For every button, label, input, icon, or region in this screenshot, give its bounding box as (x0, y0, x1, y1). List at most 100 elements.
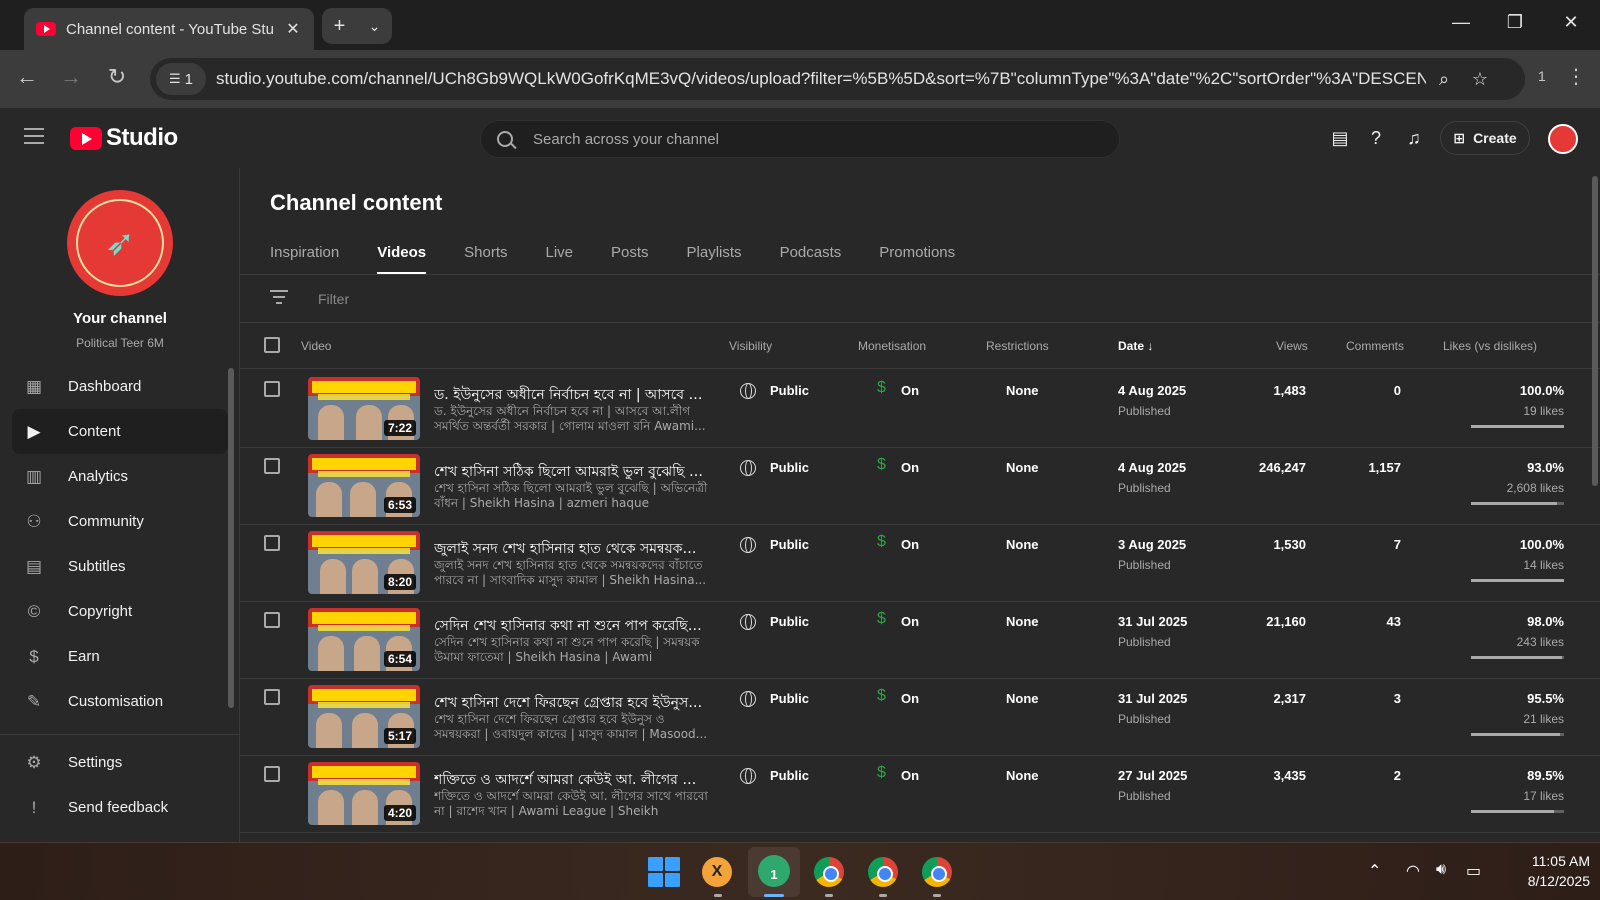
feedback-chat-icon[interactable]: ▤ (1328, 126, 1352, 150)
row-checkbox[interactable] (264, 381, 280, 397)
visibility-value[interactable]: Public (770, 460, 809, 475)
col-date[interactable]: Date ↓ (1118, 339, 1153, 353)
create-button[interactable]: ⊞ Create (1440, 121, 1530, 155)
table-row[interactable]: 7:22 ড. ইউনুসের অধীনে নির্বাচন হবে না | … (240, 369, 1600, 448)
forward-icon[interactable]: → (56, 64, 86, 90)
tab-podcasts[interactable]: Podcasts (780, 236, 842, 274)
tab-shorts[interactable]: Shorts (464, 236, 507, 274)
comments-value[interactable]: 3 (1394, 691, 1401, 706)
row-checkbox[interactable] (264, 612, 280, 628)
monetisation-value[interactable]: On (901, 691, 919, 706)
video-thumbnail[interactable]: 7:22 (308, 377, 420, 440)
visibility-value[interactable]: Public (770, 383, 809, 398)
tab-videos[interactable]: Videos (377, 236, 426, 275)
col-comments[interactable]: Comments (1346, 339, 1404, 353)
video-thumbnail[interactable]: 5:17 (308, 685, 420, 748)
row-checkbox[interactable] (264, 458, 280, 474)
col-monetisation[interactable]: Monetisation (858, 339, 926, 353)
app-x-icon[interactable]: X (702, 857, 732, 887)
col-views[interactable]: Views (1276, 339, 1308, 353)
main-scrollbar[interactable] (1592, 176, 1598, 486)
row-checkbox[interactable] (264, 766, 280, 782)
address-bar[interactable]: ☰ 1 studio.youtube.com/channel/UCh8Gb9WQ… (150, 58, 1525, 100)
table-row[interactable]: 6:53 শেখ হাসিনা সঠিক ছিলো আমরাই ভুল বুঝে… (240, 446, 1600, 525)
video-thumbnail[interactable]: 8:20 (308, 531, 420, 594)
menu-icon[interactable] (24, 128, 44, 144)
system-clock[interactable]: 11:05 AM 8/12/2025 (1500, 851, 1590, 891)
minimize-icon[interactable]: — (1446, 12, 1476, 33)
app-badge-icon[interactable]: 1 (758, 855, 790, 887)
tab-close-icon[interactable]: ✕ (284, 19, 302, 39)
visibility-value[interactable]: Public (770, 614, 809, 629)
comments-value[interactable]: 7 (1394, 537, 1401, 552)
monetisation-value[interactable]: On (901, 614, 919, 629)
wifi-icon[interactable]: ◠ (1406, 861, 1420, 881)
chrome-icon[interactable] (814, 857, 844, 887)
video-thumbnail[interactable]: 6:53 (308, 454, 420, 517)
monetisation-value[interactable]: On (901, 460, 919, 475)
tab-playlists[interactable]: Playlists (687, 236, 742, 274)
sidebar-item-send-feedback[interactable]: ! Send feedback (12, 785, 228, 830)
video-thumbnail[interactable]: 6:54 (308, 608, 420, 671)
sidebar-item-subtitles[interactable]: ▤ Subtitles (12, 544, 228, 589)
visibility-value[interactable]: Public (770, 691, 809, 706)
visibility-value[interactable]: Public (770, 537, 809, 552)
sidebar-item-community[interactable]: ⚇ Community (12, 499, 228, 544)
back-icon[interactable]: ← (12, 64, 42, 90)
table-row[interactable]: 5:17 শেখ হাসিনা দেশে ফিরছেন গ্রেপ্তার হব… (240, 677, 1600, 756)
url-text[interactable]: studio.youtube.com/channel/UCh8Gb9WQLkW0… (216, 69, 1426, 89)
monetisation-value[interactable]: On (901, 383, 919, 398)
tab-promotions[interactable]: Promotions (879, 236, 955, 274)
comments-value[interactable]: 2 (1394, 768, 1401, 783)
reload-icon[interactable]: ↻ (102, 64, 132, 90)
window-close-icon[interactable]: ✕ (1556, 12, 1586, 33)
browser-tab[interactable]: Channel content - YouTube Studio ✕ (24, 8, 314, 50)
site-info-button[interactable]: ☰ 1 (156, 63, 206, 95)
sidebar-item-copyright[interactable]: © Copyright (12, 589, 228, 634)
chrome-profile-3-icon[interactable] (922, 857, 952, 887)
new-tab-icon[interactable]: + (334, 15, 346, 38)
search-icon[interactable] (497, 131, 513, 147)
tab-live[interactable]: Live (546, 236, 574, 274)
browser-menu-icon[interactable]: ⋮ (1566, 64, 1586, 89)
row-checkbox[interactable] (264, 535, 280, 551)
windows-start-icon[interactable] (646, 855, 680, 889)
zoom-icon[interactable]: ⌕ (1426, 69, 1462, 90)
comments-value[interactable]: 43 (1387, 614, 1401, 629)
notifications-bell-icon[interactable]: ♫ (1402, 126, 1426, 150)
monetisation-value[interactable]: On (901, 768, 919, 783)
restore-icon[interactable]: ❐ (1500, 12, 1530, 33)
extensions-count[interactable]: 1 (1538, 68, 1546, 84)
sidebar-item-dashboard[interactable]: ▦ Dashboard (12, 364, 228, 409)
tab-inspiration[interactable]: Inspiration (270, 236, 339, 274)
monetisation-value[interactable]: On (901, 537, 919, 552)
comments-value[interactable]: 0 (1394, 383, 1401, 398)
sidebar-item-analytics[interactable]: ▥ Analytics (12, 454, 228, 499)
sidebar-item-settings[interactable]: ⚙ Settings (12, 740, 228, 785)
filter-input[interactable] (318, 290, 1218, 307)
tab-search-chevron-icon[interactable]: ⌄ (369, 18, 381, 35)
filter-icon[interactable] (270, 289, 288, 308)
search-input[interactable] (533, 130, 1093, 148)
account-avatar[interactable] (1548, 124, 1578, 154)
sidebar-item-content[interactable]: ▶ Content (12, 409, 228, 454)
table-row[interactable]: 6:54 সেদিন শেখ হাসিনার কথা না শুনে পাপ ক… (240, 600, 1600, 679)
select-all-checkbox[interactable] (264, 337, 280, 353)
tab-posts[interactable]: Posts (611, 236, 649, 274)
chrome-profile-2-icon[interactable] (868, 857, 898, 887)
col-restrictions[interactable]: Restrictions (986, 339, 1049, 353)
battery-icon[interactable]: ▭ (1466, 861, 1481, 881)
help-icon[interactable]: ? (1364, 126, 1388, 150)
tray-chevron-icon[interactable]: ⌃ (1368, 861, 1381, 881)
col-likes[interactable]: Likes (vs dislikes) (1443, 339, 1537, 353)
comments-value[interactable]: 1,157 (1368, 460, 1401, 475)
sidebar-scrollbar[interactable] (228, 368, 234, 708)
sidebar-item-customisation[interactable]: ✎ Customisation (12, 679, 228, 724)
table-row[interactable]: 8:20 জুলাই সনদ শেখ হাসিনার হাত থেকে সমন্… (240, 523, 1600, 602)
video-thumbnail[interactable]: 4:20 (308, 762, 420, 825)
channel-avatar[interactable]: ➶ (67, 190, 173, 296)
row-checkbox[interactable] (264, 689, 280, 705)
volume-icon[interactable]: 🔊︎ (1436, 861, 1446, 879)
table-row[interactable]: 4:20 শক্তিতে ও আদর্শে আমরা কেউই আ. লীগের… (240, 754, 1600, 833)
col-visibility[interactable]: Visibility (729, 339, 772, 353)
